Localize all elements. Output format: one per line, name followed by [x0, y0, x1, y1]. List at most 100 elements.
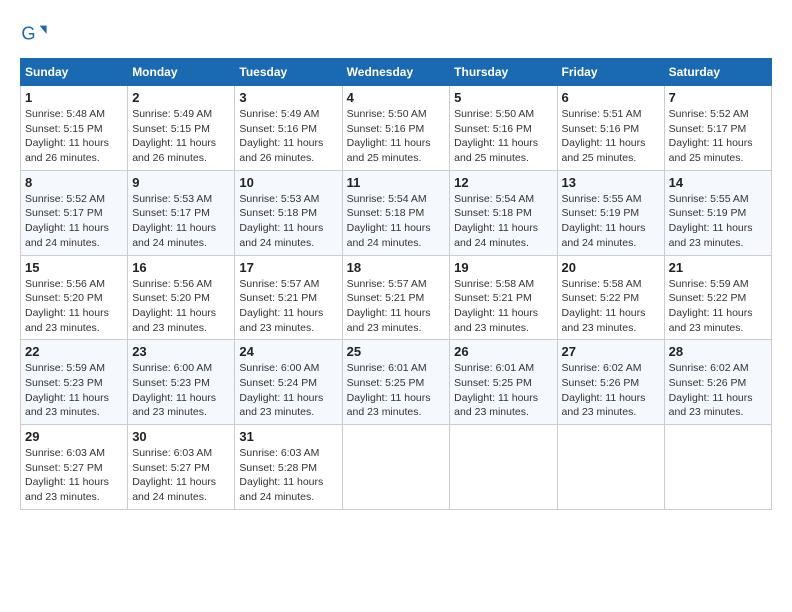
- calendar-cell: 28Sunrise: 6:02 AMSunset: 5:26 PMDayligh…: [664, 340, 771, 425]
- day-number: 11: [347, 175, 446, 190]
- calendar-cell: 16Sunrise: 5:56 AMSunset: 5:20 PMDayligh…: [128, 255, 235, 340]
- day-number: 26: [454, 344, 552, 359]
- calendar-day-header: Saturday: [664, 59, 771, 86]
- logo-icon: G: [20, 20, 48, 48]
- calendar-cell: 30 Sunrise: 6:03 AMSunset: 5:27 PMDayligh…: [128, 425, 235, 510]
- day-info: Sunrise: 5:50 AMSunset: 5:16 PMDaylight:…: [347, 107, 446, 166]
- day-number: 23: [132, 344, 230, 359]
- calendar-cell: 11 Sunrise: 5:54 AMSunset: 5:18 PMDayligh…: [342, 170, 450, 255]
- calendar-cell: 8 Sunrise: 5:52 AMSunset: 5:17 PMDaylight…: [21, 170, 128, 255]
- calendar-cell: 19 Sunrise: 5:58 AMSunset: 5:21 PMDayligh…: [450, 255, 557, 340]
- day-number: 25: [347, 344, 446, 359]
- day-number: 22: [25, 344, 123, 359]
- svg-text:G: G: [21, 24, 35, 44]
- day-info: Sunrise: 6:01 AMSunset: 5:25 PMDaylight:…: [454, 361, 552, 420]
- calendar-cell: 27 Sunrise: 6:02 AMSunset: 5:26 PMDayligh…: [557, 340, 664, 425]
- calendar-week-row: 29 Sunrise: 6:03 AMSunset: 5:27 PMDayligh…: [21, 425, 772, 510]
- day-info: Sunrise: 6:01 AMSunset: 5:25 PMDaylight:…: [347, 361, 446, 420]
- day-number: 10: [239, 175, 337, 190]
- calendar-cell: 18 Sunrise: 5:57 AMSunset: 5:21 PMDayligh…: [342, 255, 450, 340]
- calendar-day-header: Tuesday: [235, 59, 342, 86]
- day-info: Sunrise: 6:02 AMSunset: 5:26 PMDaylight:…: [562, 361, 660, 420]
- day-info: Sunrise: 6:00 AMSunset: 5:24 PMDaylight:…: [239, 361, 337, 420]
- calendar-cell: 24 Sunrise: 6:00 AMSunset: 5:24 PMDayligh…: [235, 340, 342, 425]
- day-number: 4: [347, 90, 446, 105]
- calendar-cell: 31 Sunrise: 6:03 AMSunset: 5:28 PMDayligh…: [235, 425, 342, 510]
- day-number: 7: [669, 90, 767, 105]
- calendar-cell: 10 Sunrise: 5:53 AMSunset: 5:18 PMDayligh…: [235, 170, 342, 255]
- calendar-body: 1 Sunrise: 5:48 AMSunset: 5:15 PMDaylight…: [21, 86, 772, 510]
- day-number: 9: [132, 175, 230, 190]
- day-number: 16: [132, 260, 230, 275]
- day-number: 30: [132, 429, 230, 444]
- day-number: 28: [669, 344, 767, 359]
- day-number: 19: [454, 260, 552, 275]
- day-info: Sunrise: 5:54 AMSunset: 5:18 PMDaylight:…: [454, 192, 552, 251]
- day-number: 3: [239, 90, 337, 105]
- calendar-cell: 7 Sunrise: 5:52 AMSunset: 5:17 PMDaylight…: [664, 86, 771, 171]
- calendar-cell: 13Sunrise: 5:55 AMSunset: 5:19 PMDayligh…: [557, 170, 664, 255]
- day-info: Sunrise: 5:51 AMSunset: 5:16 PMDaylight:…: [562, 107, 660, 166]
- day-number: 17: [239, 260, 337, 275]
- calendar-cell: 21 Sunrise: 5:59 AMSunset: 5:22 PMDayligh…: [664, 255, 771, 340]
- day-number: 31: [239, 429, 337, 444]
- calendar-day-header: Friday: [557, 59, 664, 86]
- calendar-day-header: Sunday: [21, 59, 128, 86]
- day-info: Sunrise: 5:59 AMSunset: 5:22 PMDaylight:…: [669, 277, 767, 336]
- logo: G: [20, 20, 52, 48]
- calendar-cell: 25 Sunrise: 6:01 AMSunset: 5:25 PMDayligh…: [342, 340, 450, 425]
- calendar-cell: 3 Sunrise: 5:49 AMSunset: 5:16 PMDaylight…: [235, 86, 342, 171]
- day-info: Sunrise: 6:03 AMSunset: 5:27 PMDaylight:…: [132, 446, 230, 505]
- calendar-day-header: Thursday: [450, 59, 557, 86]
- day-info: Sunrise: 6:03 AMSunset: 5:27 PMDaylight:…: [25, 446, 123, 505]
- calendar-cell: 17 Sunrise: 5:57 AMSunset: 5:21 PMDayligh…: [235, 255, 342, 340]
- day-number: 29: [25, 429, 123, 444]
- calendar-cell: 22Sunrise: 5:59 AMSunset: 5:23 PMDayligh…: [21, 340, 128, 425]
- day-info: Sunrise: 6:00 AMSunset: 5:23 PMDaylight:…: [132, 361, 230, 420]
- day-info: Sunrise: 5:52 AMSunset: 5:17 PMDaylight:…: [25, 192, 123, 251]
- calendar-cell: [450, 425, 557, 510]
- day-number: 24: [239, 344, 337, 359]
- day-number: 27: [562, 344, 660, 359]
- day-info: Sunrise: 5:50 AMSunset: 5:16 PMDaylight:…: [454, 107, 552, 166]
- day-number: 15: [25, 260, 123, 275]
- calendar-cell: 1 Sunrise: 5:48 AMSunset: 5:15 PMDaylight…: [21, 86, 128, 171]
- day-info: Sunrise: 5:49 AMSunset: 5:15 PMDaylight:…: [132, 107, 230, 166]
- calendar-cell: 12 Sunrise: 5:54 AMSunset: 5:18 PMDayligh…: [450, 170, 557, 255]
- day-number: 12: [454, 175, 552, 190]
- calendar-cell: 6 Sunrise: 5:51 AMSunset: 5:16 PMDaylight…: [557, 86, 664, 171]
- day-info: Sunrise: 5:48 AMSunset: 5:15 PMDaylight:…: [25, 107, 123, 166]
- calendar-cell: [342, 425, 450, 510]
- calendar-cell: 2 Sunrise: 5:49 AMSunset: 5:15 PMDaylight…: [128, 86, 235, 171]
- day-number: 1: [25, 90, 123, 105]
- day-info: Sunrise: 5:57 AMSunset: 5:21 PMDaylight:…: [239, 277, 337, 336]
- day-info: Sunrise: 5:54 AMSunset: 5:18 PMDaylight:…: [347, 192, 446, 251]
- day-info: Sunrise: 6:03 AMSunset: 5:28 PMDaylight:…: [239, 446, 337, 505]
- day-info: Sunrise: 5:58 AMSunset: 5:21 PMDaylight:…: [454, 277, 552, 336]
- calendar-cell: 15Sunrise: 5:56 AMSunset: 5:20 PMDayligh…: [21, 255, 128, 340]
- day-number: 18: [347, 260, 446, 275]
- day-number: 14: [669, 175, 767, 190]
- day-number: 21: [669, 260, 767, 275]
- day-info: Sunrise: 5:53 AMSunset: 5:17 PMDaylight:…: [132, 192, 230, 251]
- calendar-week-row: 15Sunrise: 5:56 AMSunset: 5:20 PMDayligh…: [21, 255, 772, 340]
- day-info: Sunrise: 5:52 AMSunset: 5:17 PMDaylight:…: [669, 107, 767, 166]
- calendar-cell: 29 Sunrise: 6:03 AMSunset: 5:27 PMDayligh…: [21, 425, 128, 510]
- calendar-day-header: Wednesday: [342, 59, 450, 86]
- day-info: Sunrise: 5:49 AMSunset: 5:16 PMDaylight:…: [239, 107, 337, 166]
- day-number: 2: [132, 90, 230, 105]
- calendar-cell: 23 Sunrise: 6:00 AMSunset: 5:23 PMDayligh…: [128, 340, 235, 425]
- day-info: Sunrise: 5:53 AMSunset: 5:18 PMDaylight:…: [239, 192, 337, 251]
- page-header: G: [20, 20, 772, 48]
- calendar-week-row: 8 Sunrise: 5:52 AMSunset: 5:17 PMDaylight…: [21, 170, 772, 255]
- day-info: Sunrise: 5:55 AMSunset: 5:19 PMDaylight:…: [562, 192, 660, 251]
- calendar-cell: 26 Sunrise: 6:01 AMSunset: 5:25 PMDayligh…: [450, 340, 557, 425]
- calendar-week-row: 1 Sunrise: 5:48 AMSunset: 5:15 PMDaylight…: [21, 86, 772, 171]
- day-info: Sunrise: 5:57 AMSunset: 5:21 PMDaylight:…: [347, 277, 446, 336]
- calendar-cell: [664, 425, 771, 510]
- day-number: 6: [562, 90, 660, 105]
- calendar-cell: 4 Sunrise: 5:50 AMSunset: 5:16 PMDaylight…: [342, 86, 450, 171]
- day-number: 20: [562, 260, 660, 275]
- calendar-cell: 5Sunrise: 5:50 AMSunset: 5:16 PMDaylight…: [450, 86, 557, 171]
- day-number: 8: [25, 175, 123, 190]
